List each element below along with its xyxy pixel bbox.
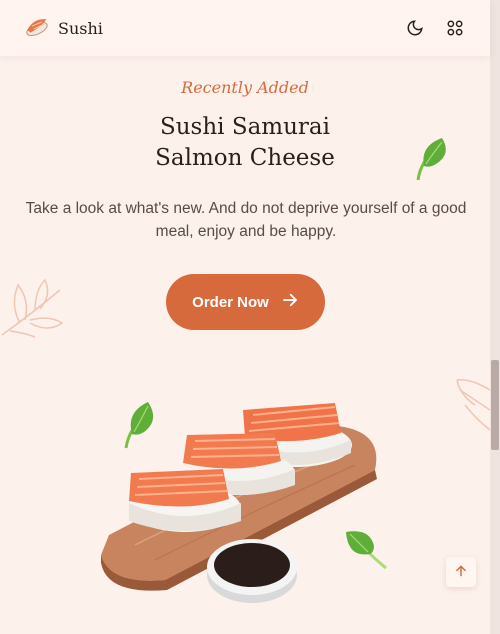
hero-subtitle: Recently Added: [181, 78, 309, 97]
hero-description: Take a look at what's new. And do not de…: [25, 200, 467, 240]
decorative-leaf-outline-right: [456, 378, 490, 431]
order-now-button[interactable]: Order Now: [166, 274, 325, 330]
decorative-leaf-outline-left: [1, 278, 64, 338]
leaf-icon: [124, 402, 154, 449]
scrollbar-track[interactable]: [490, 0, 500, 634]
leaf-icon: [416, 138, 446, 181]
leaf-icon: [346, 531, 387, 570]
logo-text: Sushi: [58, 18, 103, 38]
logo[interactable]: Sushi: [24, 14, 103, 42]
scrollbar-thumb[interactable]: [491, 360, 499, 450]
sushi-logo-icon: [24, 14, 50, 42]
arrow-up-icon: [454, 563, 468, 582]
header-actions: [404, 17, 466, 39]
order-now-label: Order Now: [192, 293, 269, 311]
arrow-right-icon: [281, 291, 299, 313]
moon-icon[interactable]: [404, 17, 426, 39]
header: Sushi: [0, 0, 490, 56]
grid-menu-icon[interactable]: [444, 17, 466, 39]
scroll-up-button[interactable]: [446, 557, 476, 587]
